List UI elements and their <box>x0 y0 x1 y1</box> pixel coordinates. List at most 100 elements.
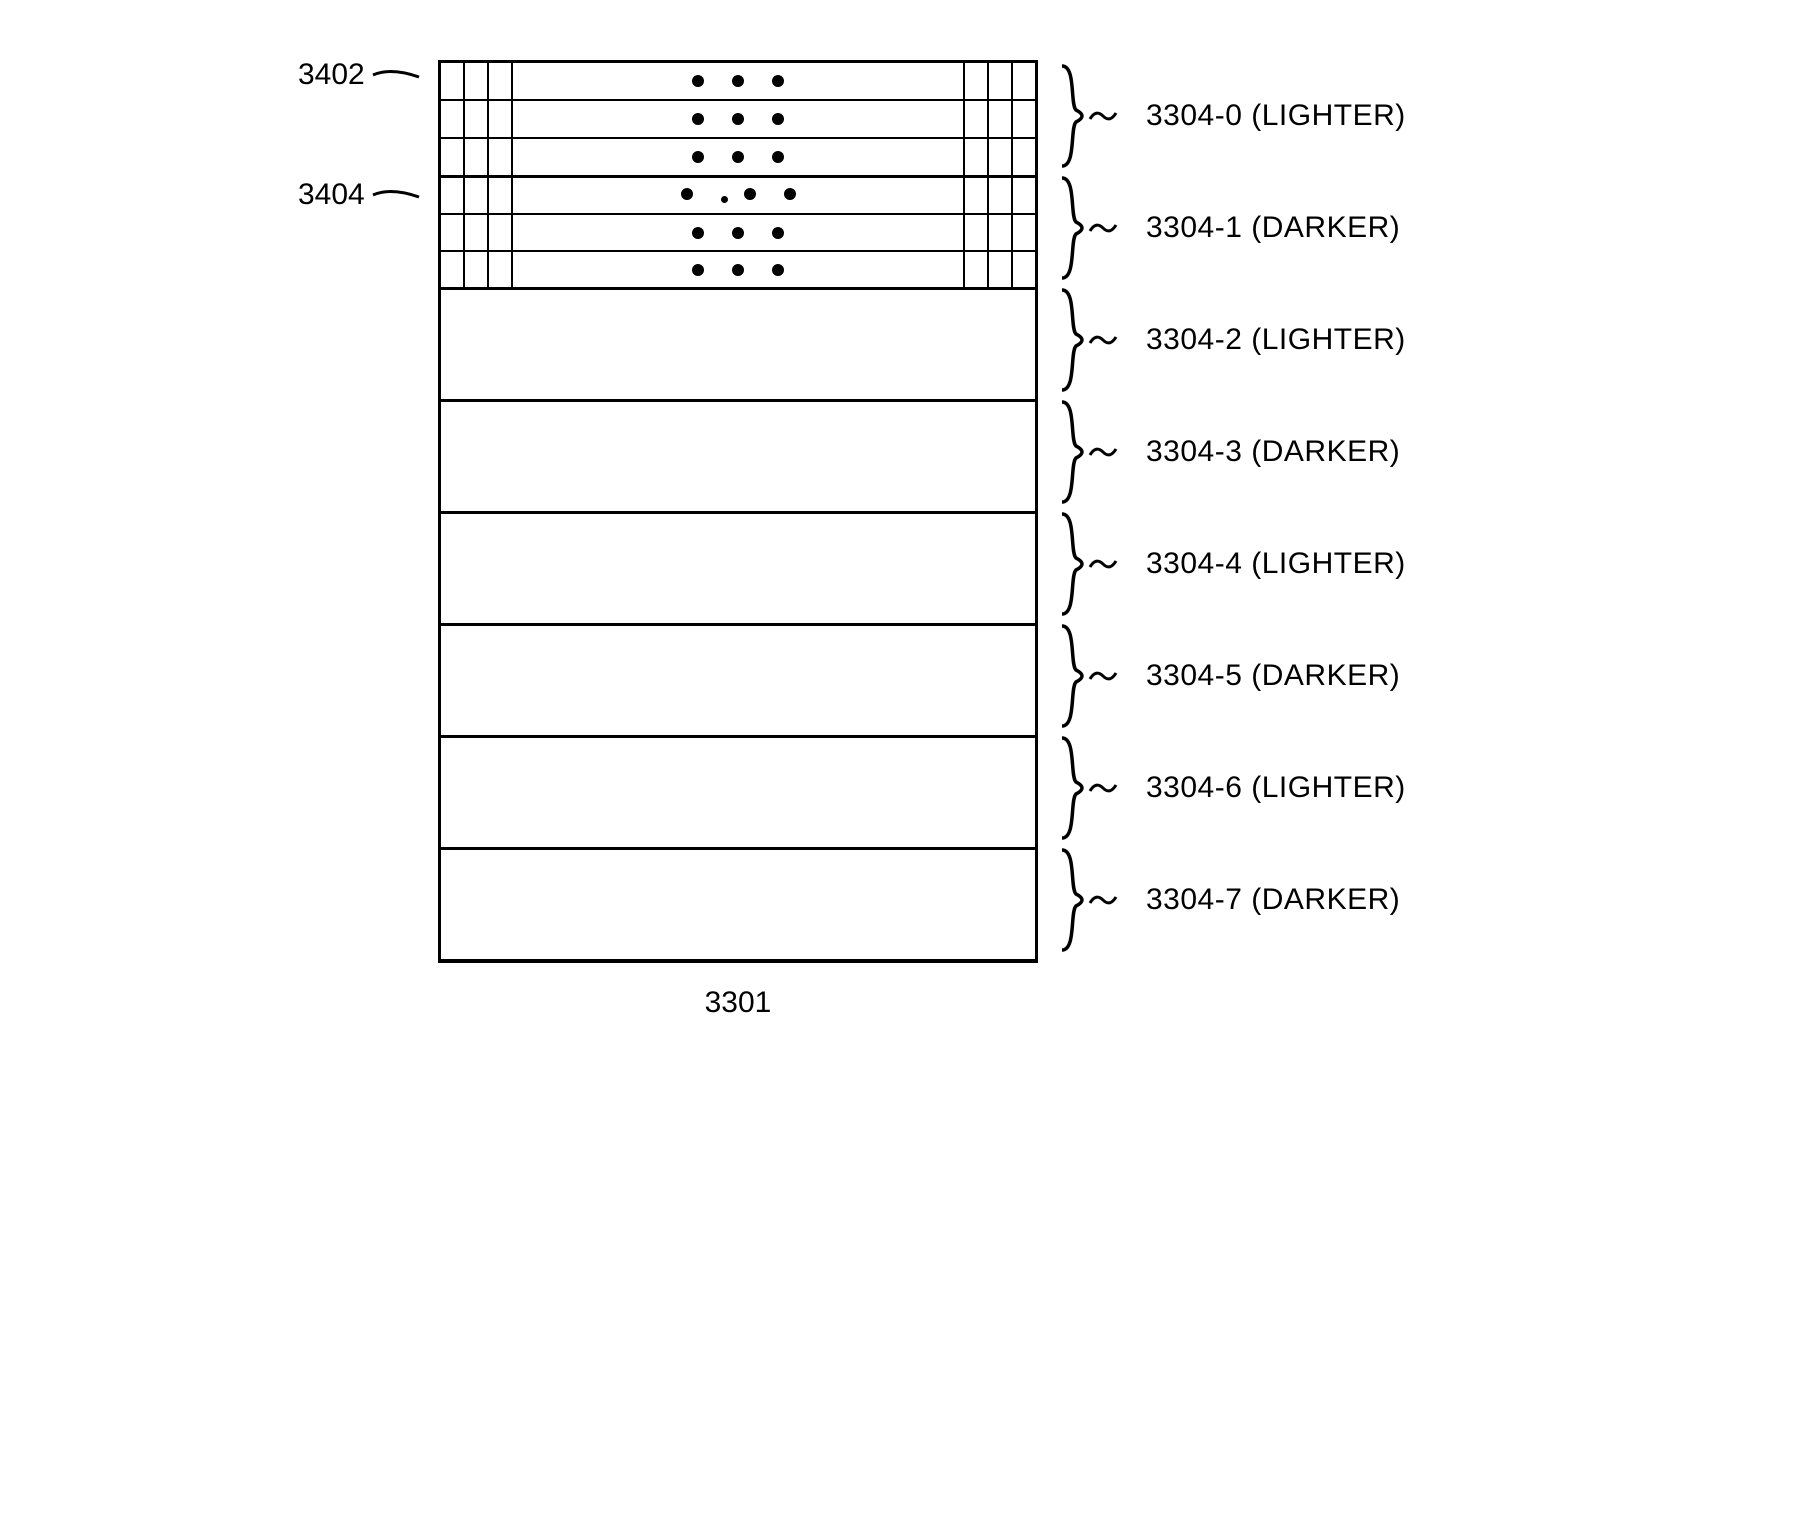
col-cell <box>987 178 1011 213</box>
side-cols-left <box>441 139 513 175</box>
side-cols-right <box>963 178 1035 213</box>
dot-icon <box>732 113 744 125</box>
side-cols-right <box>963 139 1035 175</box>
dot-icon <box>784 188 796 200</box>
col-cell <box>489 252 513 287</box>
dot-icon <box>692 151 704 163</box>
right-brace-icon <box>1058 60 1088 172</box>
band-row <box>441 99 1035 137</box>
band-row <box>441 63 1035 99</box>
main-grid <box>438 60 1038 963</box>
bracket-label-3304-1: 3304-1 (DARKER) <box>1058 172 1406 284</box>
col-cell <box>441 139 465 175</box>
callout-3404-text: 3404 <box>298 178 365 212</box>
col-cell <box>489 101 513 137</box>
col-cell <box>465 252 489 287</box>
col-cell <box>963 215 987 250</box>
bracket-label-text: 3304-3 (DARKER) <box>1146 435 1400 469</box>
dot-row <box>441 113 1035 125</box>
side-cols-left <box>441 252 513 287</box>
bracket-label-text: 3304-5 (DARKER) <box>1146 659 1400 693</box>
side-cols-right <box>963 252 1035 287</box>
dot-row <box>441 264 1035 276</box>
col-cell <box>987 139 1011 175</box>
tilde-icon <box>1088 883 1118 917</box>
right-brace-icon <box>1058 844 1088 956</box>
col-cell <box>987 101 1011 137</box>
bracket-label-text: 3304-7 (DARKER) <box>1146 883 1400 917</box>
band-3304-4 <box>441 511 1035 623</box>
tilde-icon <box>1088 435 1118 469</box>
band-3304-1 <box>441 175 1035 287</box>
band-row <box>441 213 1035 250</box>
col-cell <box>465 139 489 175</box>
col-cell <box>1011 215 1035 250</box>
col-cell <box>1011 178 1035 213</box>
bottom-caption: 3301 <box>438 986 1038 1020</box>
bracket-label-text: 3304-0 (LIGHTER) <box>1146 99 1406 133</box>
dot-icon <box>772 113 784 125</box>
dot-icon <box>744 188 756 200</box>
callout-3402: 3402 <box>298 58 421 92</box>
tilde-icon <box>1088 547 1118 581</box>
diagram: 3402 3404 3304-0 (LIGHTER) 3304-1 (DARKER… <box>298 60 1498 1046</box>
tilde-icon <box>1088 211 1118 245</box>
col-cell <box>489 63 513 99</box>
col-cell <box>465 101 489 137</box>
stray-dot-icon <box>721 196 728 203</box>
dot-row <box>441 227 1035 239</box>
col-cell <box>489 215 513 250</box>
dot-icon <box>732 227 744 239</box>
col-cell <box>441 178 465 213</box>
bracket-label-3304-4: 3304-4 (LIGHTER) <box>1058 508 1406 620</box>
col-cell <box>963 178 987 213</box>
col-cell <box>987 215 1011 250</box>
dot-row <box>441 151 1035 163</box>
tilde-icon <box>1088 771 1118 805</box>
col-cell <box>1011 101 1035 137</box>
dot-icon <box>732 75 744 87</box>
col-cell <box>441 63 465 99</box>
col-cell <box>963 101 987 137</box>
col-cell <box>1011 139 1035 175</box>
band-row <box>441 137 1035 175</box>
right-brace-icon <box>1058 172 1088 284</box>
band-3304-0 <box>441 63 1035 175</box>
side-cols-left <box>441 63 513 99</box>
right-brace-icon <box>1058 508 1088 620</box>
side-cols-left <box>441 215 513 250</box>
col-cell <box>489 178 513 213</box>
right-brace-icon <box>1058 396 1088 508</box>
right-brace-icon <box>1058 620 1088 732</box>
dot-row <box>441 75 1035 87</box>
dot-icon <box>772 75 784 87</box>
side-cols-right <box>963 215 1035 250</box>
bracket-label-3304-6: 3304-6 (LIGHTER) <box>1058 732 1406 844</box>
col-cell <box>963 252 987 287</box>
col-cell <box>1011 252 1035 287</box>
callout-3402-text: 3402 <box>298 58 365 92</box>
bracket-label-text: 3304-6 (LIGHTER) <box>1146 771 1406 805</box>
callout-3404: 3404 <box>298 178 421 212</box>
col-cell <box>441 252 465 287</box>
col-cell <box>987 63 1011 99</box>
leader-line-icon <box>371 185 421 205</box>
col-cell <box>441 101 465 137</box>
tilde-icon <box>1088 323 1118 357</box>
right-brace-icon <box>1058 732 1088 844</box>
band-3304-2 <box>441 287 1035 399</box>
col-cell <box>1011 63 1035 99</box>
side-cols-left <box>441 178 513 213</box>
tilde-icon <box>1088 659 1118 693</box>
bracket-label-text: 3304-4 (LIGHTER) <box>1146 547 1406 581</box>
dot-icon <box>692 264 704 276</box>
dot-row <box>441 188 1035 203</box>
dot-icon <box>732 151 744 163</box>
col-cell <box>465 215 489 250</box>
band-row <box>441 250 1035 287</box>
dot-icon <box>732 264 744 276</box>
tilde-icon <box>1088 99 1118 133</box>
dot-icon <box>772 227 784 239</box>
right-brace-icon <box>1058 284 1088 396</box>
band-3304-5 <box>441 623 1035 735</box>
